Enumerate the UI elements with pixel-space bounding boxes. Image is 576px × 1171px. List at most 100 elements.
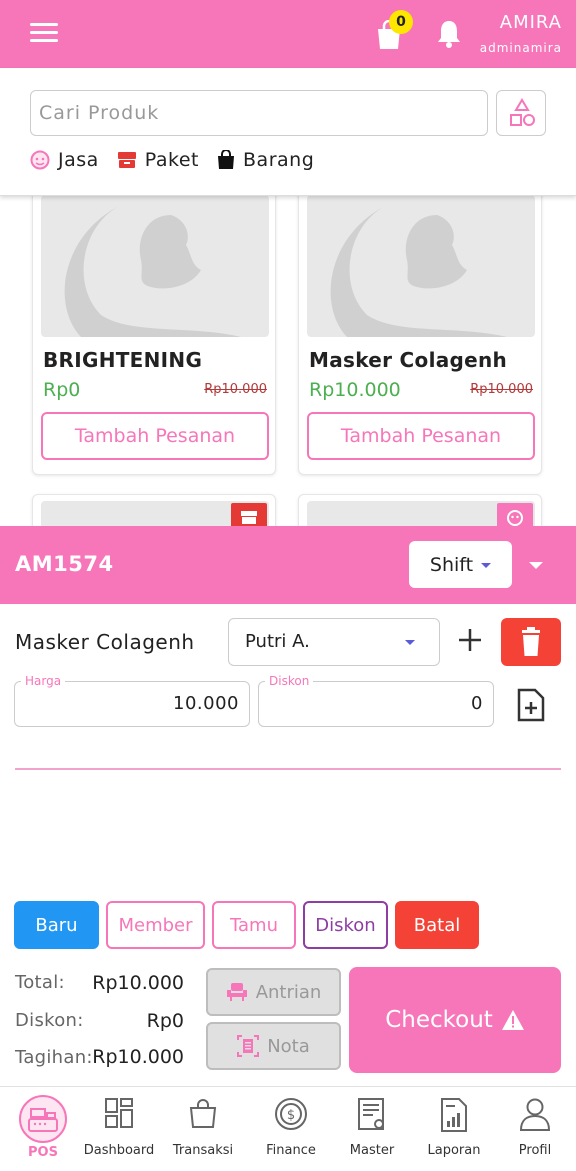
bottom-nav: POS Dashboard Transaksi $ Finance Master… (0, 1086, 576, 1171)
face-icon (497, 503, 533, 526)
package-icon (231, 503, 267, 526)
checkout-button[interactable]: Checkout (349, 967, 561, 1073)
nav-profil[interactable]: Profil (495, 1087, 575, 1171)
nota-label: Nota (267, 1035, 310, 1057)
tamu-button[interactable]: Tamu (212, 901, 296, 949)
nav-dashboard[interactable]: Dashboard (79, 1087, 159, 1171)
staff-selected: Putri A. (245, 631, 310, 652)
nav-label: Profil (518, 1143, 552, 1158)
category-barang[interactable]: Barang (217, 149, 314, 171)
harga-value: 10.000 (173, 693, 239, 714)
dollar-coin-icon: $ (275, 1098, 307, 1130)
order-header: AM1574 Shift (0, 526, 576, 604)
diskon-button[interactable]: Diskon (303, 901, 388, 949)
product-card[interactable]: BRIGHTENING Rp0 Rp10.000 Tambah Pesanan (32, 196, 276, 475)
nav-transaksi[interactable]: Transaksi (163, 1087, 243, 1171)
menu-icon[interactable] (30, 23, 58, 43)
shapes-icon (510, 98, 535, 126)
divider (15, 768, 561, 770)
category-label: Paket (144, 149, 200, 171)
shopping-bag-icon (218, 150, 235, 169)
shift-dropdown[interactable]: Shift (409, 541, 512, 588)
tagihan-label: Tagihan: (15, 1047, 93, 1068)
batal-button[interactable]: Batal (395, 901, 479, 949)
diskon-field[interactable]: Diskon 0 (258, 674, 494, 727)
face-icon (30, 150, 50, 170)
warning-icon (501, 1010, 524, 1030)
caret-down-icon (481, 562, 492, 568)
woman-profile-placeholder-icon (330, 205, 507, 337)
product-old-price: Rp10.000 (470, 382, 533, 397)
product-card[interactable] (32, 494, 276, 526)
harga-field[interactable]: Harga 10.000 (14, 674, 250, 727)
add-to-order-button[interactable]: Tambah Pesanan (307, 412, 535, 460)
member-button[interactable]: Member (106, 901, 205, 949)
product-name: BRIGHTENING (43, 348, 203, 372)
document-gear-icon (358, 1098, 384, 1130)
total-label: Total: (15, 972, 65, 993)
product-image (307, 196, 535, 337)
search-panel: Jasa Paket Barang (0, 68, 576, 196)
shift-label: Shift (429, 553, 474, 576)
product-price: Rp0 (43, 379, 81, 401)
total-value: Rp10.000 (92, 972, 184, 994)
diskon-label: Diskon (265, 674, 314, 688)
cash-register-icon (19, 1095, 67, 1143)
receipt-icon (237, 1035, 260, 1057)
user-name[interactable]: AMIRA (500, 12, 562, 33)
staff-select[interactable]: Putri A. (228, 618, 440, 666)
antrian-button[interactable]: Antrian (206, 968, 341, 1016)
nav-label: Laporan (427, 1143, 481, 1158)
user-icon (519, 1098, 551, 1131)
checkout-label: Checkout (385, 1007, 493, 1033)
chevron-down-icon[interactable] (529, 562, 543, 569)
chair-icon (226, 983, 247, 1001)
svg-text:$: $ (287, 1108, 295, 1123)
nav-label: Finance (266, 1143, 316, 1158)
shopping-bag-icon (189, 1099, 217, 1128)
cart-count-badge: 0 (389, 10, 413, 34)
diskon-total-label: Diskon: (15, 1010, 84, 1031)
product-price: Rp10.000 (309, 379, 401, 401)
nav-master[interactable]: Master (332, 1087, 412, 1171)
harga-label: Harga (21, 674, 66, 688)
product-card[interactable] (298, 494, 542, 526)
product-card[interactable]: Masker Colagenh Rp10.000 Rp10.000 Tambah… (298, 196, 542, 475)
antrian-label: Antrian (255, 981, 322, 1003)
search-input[interactable] (30, 90, 488, 136)
product-old-price: Rp10.000 (204, 382, 267, 397)
add-to-order-button[interactable]: Tambah Pesanan (41, 412, 269, 460)
nav-pos[interactable]: POS (3, 1087, 83, 1171)
caret-down-icon (405, 640, 415, 645)
product-grid: BRIGHTENING Rp0 Rp10.000 Tambah Pesanan … (0, 196, 576, 526)
package-icon (117, 152, 136, 168)
baru-button[interactable]: Baru (14, 901, 99, 949)
add-note-icon[interactable] (516, 688, 546, 722)
product-name: Masker Colagenh (309, 348, 508, 372)
category-tabs: Jasa Paket Barang (30, 146, 332, 174)
category-filter-button[interactable] (496, 90, 546, 136)
order-id: AM1574 (15, 552, 114, 576)
product-image (41, 196, 269, 337)
dashboard-icon (105, 1098, 133, 1128)
nav-finance[interactable]: $ Finance (251, 1087, 331, 1171)
plus-icon[interactable] (456, 626, 484, 654)
trash-icon (522, 627, 540, 656)
category-jasa[interactable]: Jasa (30, 149, 99, 171)
diskon-value: 0 (471, 693, 483, 714)
nota-button[interactable]: Nota (206, 1022, 341, 1070)
nav-label: POS (28, 1145, 58, 1160)
category-paket[interactable]: Paket (117, 149, 199, 171)
bell-icon[interactable] (435, 18, 463, 50)
tagihan-value: Rp10.000 (92, 1046, 184, 1068)
diskon-total-value: Rp0 (146, 1010, 184, 1032)
nav-label: Dashboard (83, 1143, 155, 1158)
category-label: Barang (243, 149, 315, 171)
nav-label: Master (349, 1143, 395, 1158)
category-label: Jasa (58, 149, 99, 171)
delete-item-button[interactable] (501, 618, 561, 666)
report-icon (441, 1098, 467, 1132)
nav-laporan[interactable]: Laporan (414, 1087, 494, 1171)
woman-profile-placeholder-icon (64, 205, 241, 337)
nav-label: Transaksi (172, 1143, 234, 1158)
